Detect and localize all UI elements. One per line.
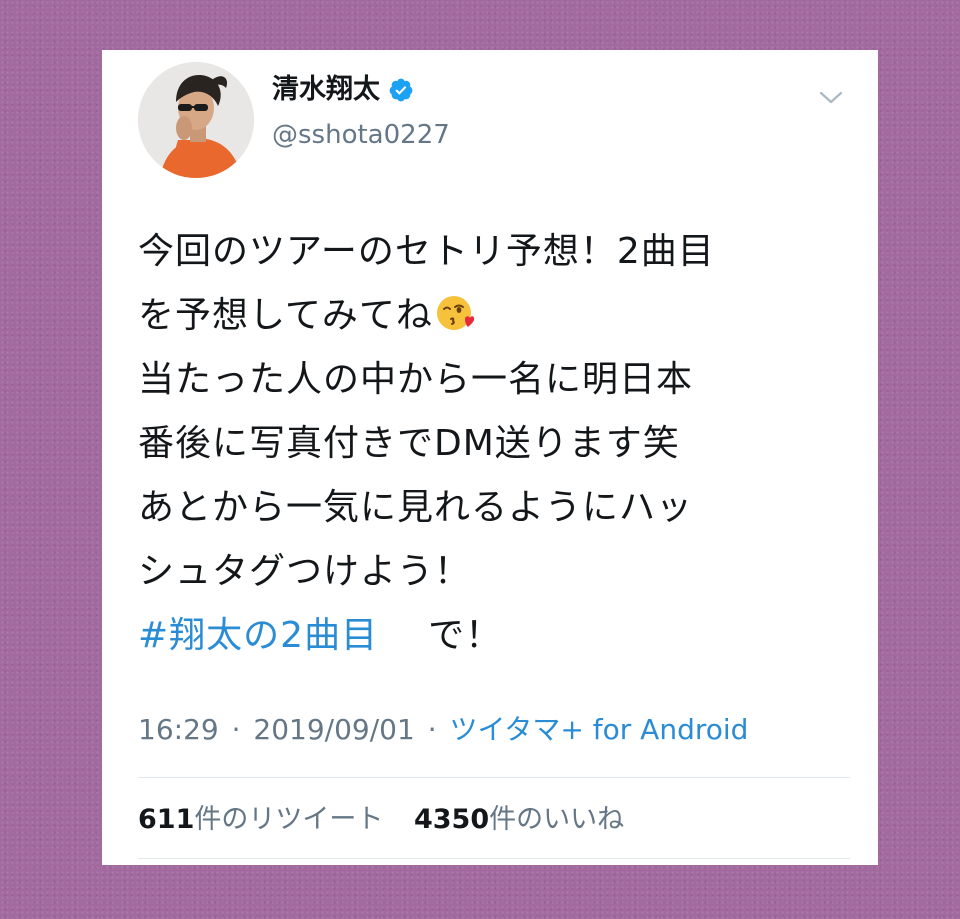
divider bbox=[138, 858, 850, 859]
tweet-line-hashtag: #翔太の2曲目 で！ bbox=[138, 604, 848, 668]
retweets-count: 611 bbox=[138, 804, 195, 835]
source-link[interactable]: ツイタマ+ for Android bbox=[450, 713, 749, 746]
divider bbox=[138, 777, 850, 778]
tweet-text: 今回のツアーのセトリ予想！2曲目 を予想してみてね 当たった人の中から一名に明日… bbox=[138, 220, 848, 668]
display-name-row: 清水翔太 bbox=[272, 76, 414, 103]
retweets-stat[interactable]: 611件のリツイート bbox=[138, 804, 383, 835]
display-name[interactable]: 清水翔太 bbox=[272, 76, 380, 103]
hashtag-link[interactable]: #翔太の2曲目 bbox=[138, 615, 378, 656]
meta-separator: · bbox=[427, 713, 437, 746]
user-handle[interactable]: @sshota0227 bbox=[272, 122, 450, 148]
tweet-stats: 611件のリツイート 4350件のいいね bbox=[138, 806, 624, 833]
retweets-label: 件のリツイート bbox=[194, 804, 384, 835]
tweet-time[interactable]: 16:29 bbox=[138, 713, 219, 746]
tweet-line: 当たった人の中から一名に明日本 bbox=[138, 359, 694, 400]
tweet-line: シュタグつけよう！ bbox=[138, 551, 472, 592]
tweet-line: 今回のツアーのセトリ予想！2曲目 bbox=[138, 231, 715, 272]
likes-label: 件のいいね bbox=[489, 804, 625, 835]
tweet-line: あとから一気に見れるようにハッ bbox=[138, 487, 694, 528]
tweet-date[interactable]: 2019/09/01 bbox=[253, 713, 414, 746]
meta-separator: · bbox=[231, 713, 241, 746]
avatar[interactable] bbox=[138, 62, 254, 178]
tweet-line: 番後に写真付きでDM送ります笑 bbox=[138, 423, 680, 464]
verified-badge-icon bbox=[389, 78, 413, 101]
avatar-photo bbox=[138, 62, 254, 178]
tweet-line-with-emoji: を予想してみてね bbox=[138, 284, 848, 348]
likes-count: 4350 bbox=[413, 804, 490, 835]
tweet-meta: 16:29 · 2019/09/01 · ツイタマ+ for Android bbox=[138, 716, 748, 744]
tweet-line: を予想してみてね bbox=[138, 295, 433, 336]
likes-stat[interactable]: 4350件のいいね bbox=[414, 804, 624, 835]
tweet-trailing-text: で！ bbox=[428, 615, 503, 656]
face-throwing-kiss-icon bbox=[436, 296, 475, 330]
chevron-down-icon[interactable] bbox=[818, 90, 844, 106]
tweet-card: 清水翔太 @sshota0227 今回のツアーのセトリ予想！2曲目 を予想してみ… bbox=[102, 50, 878, 865]
